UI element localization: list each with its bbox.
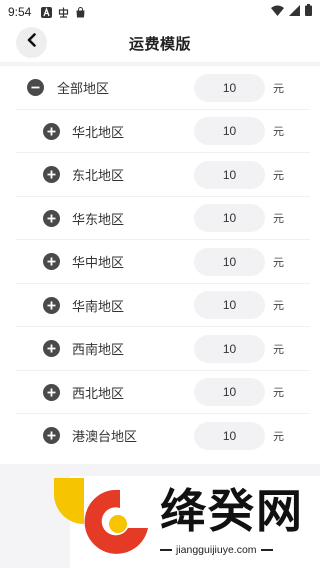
status-notification-icons: [41, 6, 86, 18]
plus-circle-icon[interactable]: [43, 166, 60, 184]
page-title: 运费模版: [128, 35, 191, 53]
fee-input[interactable]: [194, 378, 265, 407]
region-row: 西南地区 元: [0, 327, 320, 371]
region-name: 华北地区: [72, 124, 125, 140]
region-row: 华东地区 元: [0, 197, 320, 241]
plus-circle-icon[interactable]: [43, 122, 60, 140]
currency-unit: 元: [273, 430, 284, 443]
region-row: 华南地区 元: [0, 284, 320, 328]
region-name: 西北地区: [72, 385, 125, 401]
a-letter-icon: [41, 6, 53, 18]
signal-icon: [289, 3, 300, 21]
wifi-icon: [271, 3, 284, 21]
fee-input[interactable]: [194, 73, 265, 102]
fee-input[interactable]: [194, 204, 265, 233]
plus-circle-icon[interactable]: [43, 296, 60, 314]
fee-input[interactable]: [194, 160, 265, 189]
region-row-all: 全部地区 元: [0, 66, 320, 110]
chevron-left-icon: [26, 33, 38, 52]
region-name: 港澳台地区: [72, 429, 138, 445]
currency-unit: 元: [273, 300, 284, 313]
plus-circle-icon[interactable]: [43, 427, 60, 445]
currency-unit: 元: [273, 82, 284, 95]
brand-name: 绛癸网: [160, 484, 304, 538]
brand-url-text: jiangguijiuye.com: [176, 544, 257, 556]
status-bar: 9:54: [0, 0, 320, 24]
status-time: 9:54: [8, 5, 32, 19]
title-bar: 运费模版: [0, 24, 320, 62]
brand-url: jiangguijiuye.com: [160, 544, 308, 556]
battery-icon: [305, 3, 312, 21]
plus-circle-icon[interactable]: [43, 340, 60, 358]
region-name: 西南地区: [72, 342, 125, 358]
currency-unit: 元: [273, 169, 284, 182]
back-button[interactable]: [16, 27, 47, 58]
currency-unit: 元: [273, 256, 284, 269]
fee-input[interactable]: [194, 117, 265, 146]
region-name: 华中地区: [72, 255, 125, 271]
region-name: 东北地区: [72, 168, 125, 184]
status-system-icons: [271, 3, 312, 21]
currency-unit: 元: [273, 387, 284, 400]
region-row: 华中地区 元: [0, 240, 320, 284]
fee-input[interactable]: [194, 421, 265, 450]
currency-unit: 元: [273, 343, 284, 356]
region-row: 东北地区 元: [0, 153, 320, 197]
brand-logo: [76, 484, 154, 558]
fee-input[interactable]: [194, 247, 265, 276]
region-name: 华南地区: [72, 298, 125, 314]
plus-circle-icon[interactable]: [43, 383, 60, 401]
currency-unit: 元: [273, 126, 284, 139]
region-row: 华北地区 元: [0, 110, 320, 154]
region-name: 华东地区: [72, 211, 125, 227]
plus-circle-icon[interactable]: [43, 209, 60, 227]
region-name: 全部地区: [57, 81, 110, 97]
region-fee-list: 全部地区 元 华北地区元东北地区元华东地区元华中地区元华南地区元西南地区元西北地…: [0, 66, 320, 464]
region-row: 西北地区 元: [0, 371, 320, 415]
chinese-char-icon: [58, 7, 69, 18]
url-dash-right: [260, 549, 273, 551]
plus-circle-icon[interactable]: [43, 253, 60, 271]
fee-input[interactable]: [194, 334, 265, 363]
currency-unit: 元: [273, 213, 284, 226]
shopping-bag-icon: [75, 6, 86, 18]
url-dash-left: [160, 549, 172, 551]
region-row: 港澳台地区 元: [0, 414, 320, 458]
minus-circle-icon[interactable]: [27, 79, 44, 97]
fee-input[interactable]: [194, 291, 265, 320]
